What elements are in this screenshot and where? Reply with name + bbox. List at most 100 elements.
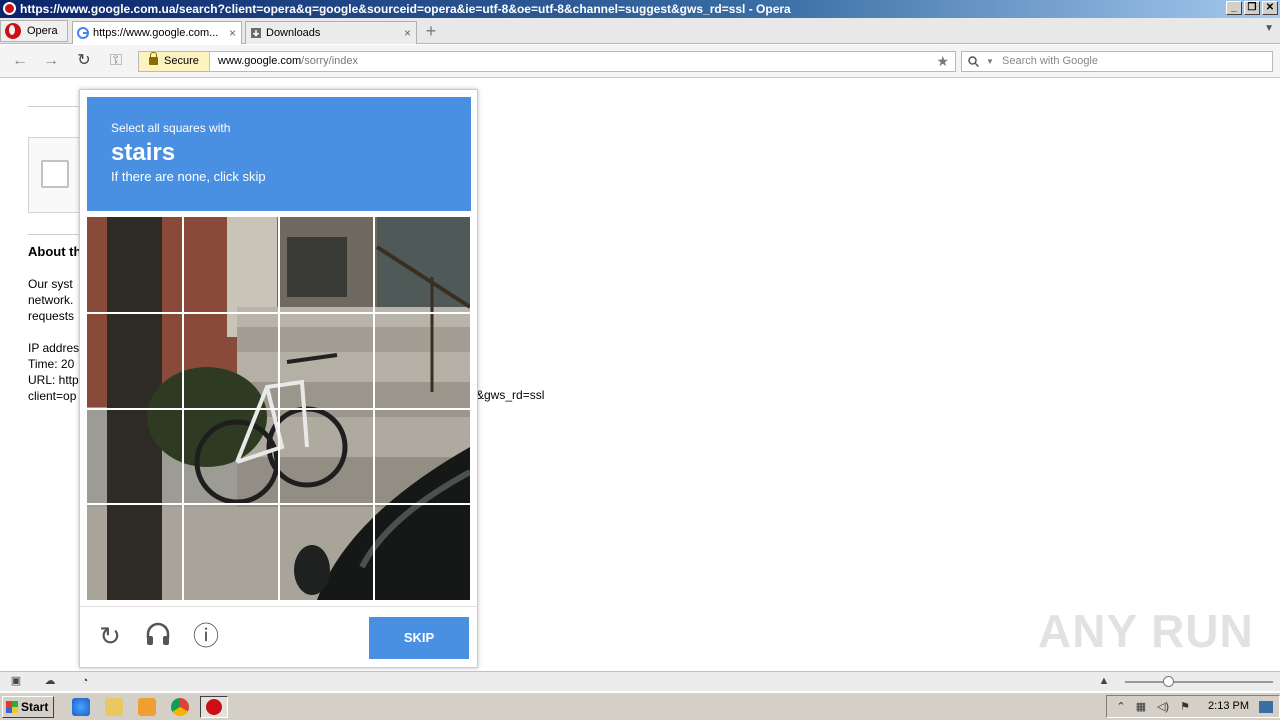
recaptcha-footer: ↻ ⓘ SKIP: [80, 606, 477, 667]
back-button[interactable]: ←: [10, 52, 30, 72]
info-icon[interactable]: ⓘ: [191, 621, 221, 651]
tab-google-search[interactable]: https://www.google.com... ×: [72, 21, 242, 44]
recaptcha-checkbox[interactable]: [41, 160, 69, 188]
speed-dial-icon[interactable]: ◔: [77, 674, 93, 688]
image-tile[interactable]: [183, 409, 278, 504]
lock-icon: [149, 52, 158, 65]
recaptcha-challenge: Select all squares with stairs If there …: [79, 89, 478, 668]
zoom-slider-handle[interactable]: [1163, 676, 1175, 687]
google-favicon-icon: [77, 27, 89, 39]
image-grid: [87, 217, 470, 600]
opera-logo-icon: [5, 23, 21, 39]
recaptcha-header: Select all squares with stairs If there …: [87, 97, 471, 211]
windows-taskbar: Start ⌃ ▦ ◁) ⚑ 2:13 PM: [0, 692, 1280, 720]
address-toolbar: ← → ↻ ⚿ Secure www.google.com/sorry/inde…: [0, 45, 1280, 78]
audio-challenge-icon[interactable]: [143, 621, 173, 651]
image-tile[interactable]: [279, 217, 374, 312]
url-text[interactable]: www.google.com/sorry/index: [218, 52, 358, 71]
downloads-icon: [251, 28, 261, 38]
opera-logo-icon: [206, 699, 222, 715]
headphones-icon: [146, 622, 170, 645]
folder-icon[interactable]: [105, 698, 123, 716]
tab-bar: Opera https://www.google.com... × Downlo…: [0, 18, 1280, 44]
action-center-flag-icon[interactable]: ⚑: [1177, 699, 1193, 715]
instruction-text: Select all squares with: [111, 121, 231, 135]
image-tile[interactable]: [374, 504, 469, 599]
tab-list-icon[interactable]: ▼: [1264, 23, 1274, 34]
search-icon: [968, 56, 979, 67]
search-engine-dropdown-icon[interactable]: ▼: [986, 52, 994, 71]
restore-button[interactable]: ❐: [1244, 1, 1260, 15]
target-keyword: stairs: [111, 139, 176, 166]
opera-menu-label: Opera: [27, 25, 58, 37]
close-window-button[interactable]: ✕: [1262, 1, 1278, 15]
reload-challenge-icon[interactable]: ↻: [95, 621, 125, 651]
para-line: client=op: [28, 389, 77, 403]
forward-button[interactable]: →: [41, 52, 61, 72]
bookmark-star-icon[interactable]: ★: [936, 52, 949, 71]
media-player-icon[interactable]: [138, 698, 156, 716]
internet-explorer-icon[interactable]: [72, 698, 90, 716]
zoom-slider[interactable]: [1125, 681, 1273, 683]
opera-logo-icon: [3, 2, 16, 15]
para-line: URL: http: [28, 373, 79, 387]
skip-instruction: If there are none, click skip: [111, 169, 266, 184]
secure-label: Secure: [164, 55, 199, 67]
zoom-menu-icon[interactable]: ▲: [1096, 674, 1112, 688]
image-tile[interactable]: [279, 313, 374, 408]
secure-badge[interactable]: Secure: [139, 52, 210, 71]
anyrun-watermark: ANY RUN: [1038, 605, 1254, 657]
opera-menu-button[interactable]: Opera: [0, 20, 68, 42]
system-tray: ⌃ ▦ ◁) ⚑ 2:13 PM: [1106, 695, 1280, 718]
url-domain: www.google.com: [218, 55, 302, 67]
close-tab-icon[interactable]: ×: [229, 22, 236, 44]
tray-expand-icon[interactable]: ⌃: [1113, 699, 1129, 715]
para-line: IP addres: [28, 341, 80, 355]
window-title: https://www.google.com.ua/search?client=…: [20, 2, 791, 16]
image-tile[interactable]: [87, 409, 182, 504]
image-tile[interactable]: [183, 504, 278, 599]
close-tab-icon[interactable]: ×: [404, 22, 411, 44]
about-heading: About th: [28, 244, 82, 259]
image-tile[interactable]: [374, 313, 469, 408]
window-controls: _ ❐ ✕: [1226, 1, 1278, 15]
tab-label: Downloads: [266, 27, 321, 39]
network-icon[interactable]: ▦: [1133, 699, 1149, 715]
minimize-button[interactable]: _: [1226, 1, 1242, 15]
window-titlebar: https://www.google.com.ua/search?client=…: [0, 0, 1280, 18]
new-tab-button[interactable]: +: [422, 22, 440, 41]
url-field[interactable]: Secure www.google.com/sorry/index ★: [138, 51, 956, 72]
para-line: requests: [28, 309, 75, 323]
tab-downloads[interactable]: Downloads ×: [245, 21, 417, 44]
panel-icon[interactable]: ▣: [8, 674, 24, 688]
windows-logo-icon: [6, 701, 18, 713]
para-line: network.: [28, 293, 74, 307]
image-tile[interactable]: [374, 217, 469, 312]
skip-button[interactable]: SKIP: [369, 617, 469, 659]
url-tail-text: &gws_rd=ssl: [476, 388, 545, 402]
image-tile[interactable]: [279, 504, 374, 599]
image-tile[interactable]: [279, 409, 374, 504]
image-tile[interactable]: [183, 217, 278, 312]
para-line: Time: 20: [28, 357, 75, 371]
para-line: Our syst: [28, 277, 73, 291]
image-tile[interactable]: [183, 313, 278, 408]
cloud-icon[interactable]: ☁: [42, 674, 58, 688]
url-path: /sorry/index: [301, 55, 359, 67]
search-placeholder: Search with Google: [1002, 55, 1098, 67]
chrome-icon[interactable]: [171, 698, 189, 716]
search-input[interactable]: ▼ Search with Google: [961, 51, 1273, 72]
taskbar-clock[interactable]: 2:13 PM: [1208, 696, 1249, 717]
reload-button[interactable]: ↻: [74, 52, 94, 72]
start-button[interactable]: Start: [2, 696, 54, 718]
image-tile[interactable]: [87, 313, 182, 408]
opera-taskbar-button[interactable]: [200, 696, 228, 718]
image-tile[interactable]: [374, 409, 469, 504]
key-icon[interactable]: ⚿: [106, 52, 126, 72]
image-tile[interactable]: [87, 217, 182, 312]
start-label: Start: [21, 700, 49, 714]
image-tile[interactable]: [87, 504, 182, 599]
volume-icon[interactable]: ◁): [1155, 699, 1171, 715]
tab-label: https://www.google.com...: [93, 27, 219, 39]
show-desktop-icon[interactable]: [1259, 701, 1273, 713]
